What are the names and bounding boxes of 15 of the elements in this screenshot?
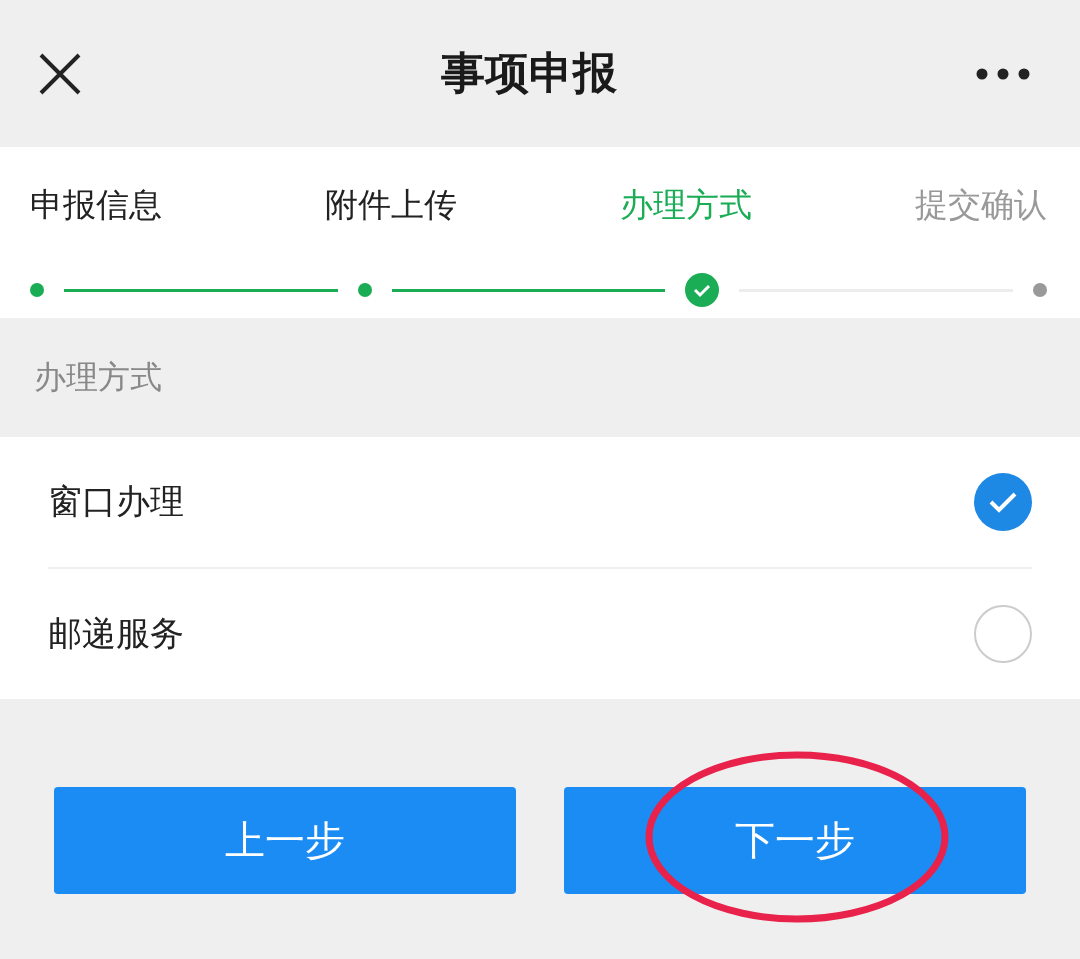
more-icon[interactable] xyxy=(976,67,1030,80)
checkmark-icon xyxy=(988,490,1018,514)
section-title: 办理方式 xyxy=(33,356,163,398)
radio-button[interactable] xyxy=(974,473,1032,531)
option-label: 邮递服务 xyxy=(48,612,184,655)
step-label: 申报信息 xyxy=(30,184,162,226)
step-button[interactable]: 下一步 xyxy=(564,787,1026,894)
step-label: 办理方式 xyxy=(620,184,752,226)
radio-button[interactable] xyxy=(974,605,1032,663)
step-label: 提交确认 xyxy=(915,184,1047,226)
close-icon[interactable] xyxy=(38,51,82,96)
option-label: 窗口办理 xyxy=(48,480,184,523)
step-button[interactable]: 上一步 xyxy=(54,787,516,894)
step-label: 附件上传 xyxy=(325,184,457,226)
page-title: 事项申报 xyxy=(441,46,617,100)
